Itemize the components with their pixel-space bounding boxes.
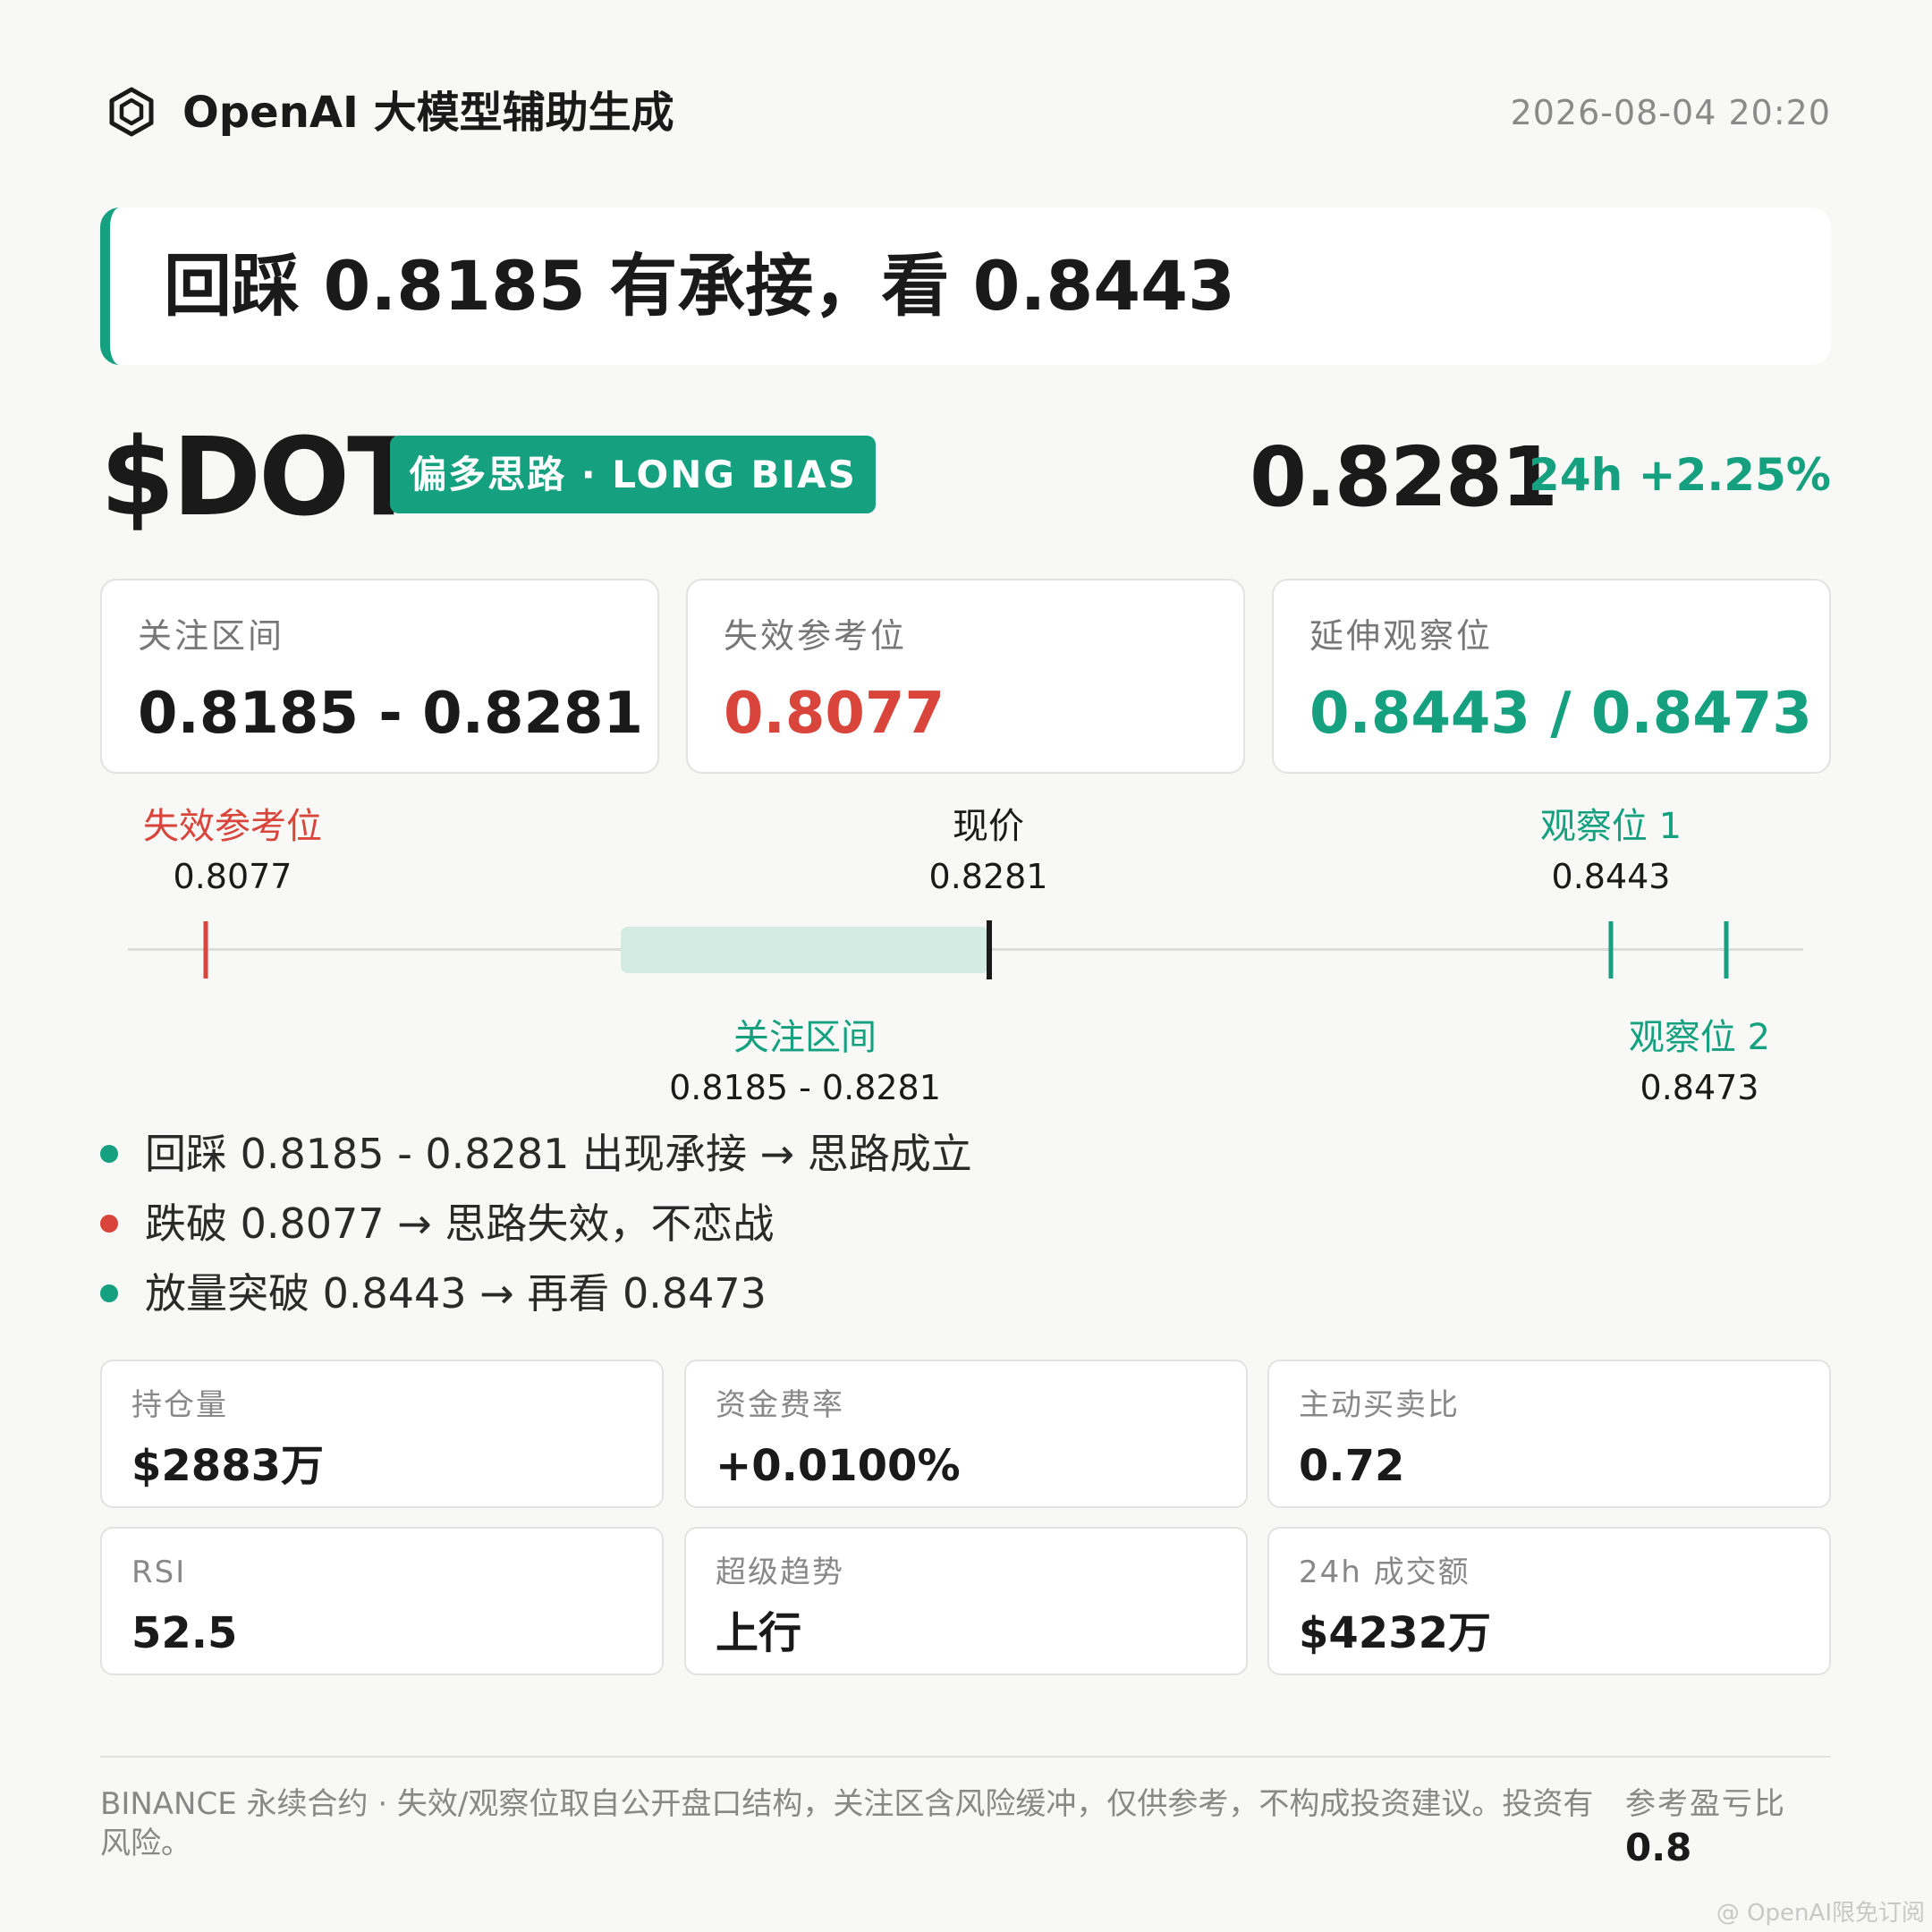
invalid-level-label: 失效参考位 (143, 806, 322, 847)
invalid-level-marker (203, 921, 208, 979)
level-value: 0.8443 / 0.8473 (1309, 681, 1812, 747)
risk-reward-value: 0.8 (1625, 1826, 1692, 1869)
metric-label: 超级趋势 (716, 1555, 844, 1590)
metric-label: 24h 成交额 (1299, 1555, 1470, 1590)
metric-supertrend: 超级趋势 上行 (684, 1527, 1248, 1675)
current-price-label: 现价 (953, 806, 1024, 847)
ticker-symbol: $DOT (100, 416, 420, 540)
current-price: 0.8281 (1249, 429, 1558, 525)
green-dot-icon (100, 1144, 118, 1163)
metric-value: 0.72 (1299, 1441, 1405, 1491)
metric-value: $4232万 (1299, 1608, 1491, 1658)
metric-funding-rate: 资金费率 +0.0100% (684, 1360, 1248, 1508)
watch-zone-band (621, 927, 989, 973)
target1-marker (1608, 921, 1614, 979)
level-card-invalid: 失效参考位 0.8077 (686, 579, 1245, 774)
target2-label: 观察位 2 (1628, 1017, 1771, 1058)
metric-label: 持仓量 (131, 1387, 228, 1423)
bullet-text: 放量突破 0.8443 → 再看 0.8473 (145, 1269, 767, 1318)
red-dot-icon (100, 1214, 118, 1233)
metric-label: RSI (131, 1555, 187, 1590)
target2-marker (1724, 921, 1729, 979)
level-label: 延伸观察位 (1309, 616, 1494, 656)
level-card-zone: 关注区间 0.8185 - 0.8281 (100, 579, 659, 774)
headline-card: 回踩 0.8185 有承接，看 0.8443 (100, 208, 1831, 365)
current-price-value: 0.8281 (928, 857, 1048, 896)
brand-title: OpenAI 大模型辅助生成 (182, 88, 674, 138)
level-card-extension: 延伸观察位 0.8443 / 0.8473 (1272, 579, 1831, 774)
metric-value: $2883万 (131, 1441, 324, 1491)
metric-value: 上行 (716, 1608, 802, 1658)
metric-value: +0.0100% (716, 1441, 961, 1491)
bullet-item: 跌破 0.8077 → 思路失效，不恋战 (100, 1197, 774, 1250)
watch-zone-value: 0.8185 - 0.8281 (669, 1068, 941, 1107)
green-dot-icon (100, 1284, 118, 1302)
bullet-item: 放量突破 0.8443 → 再看 0.8473 (100, 1267, 767, 1320)
target1-value: 0.8443 (1551, 857, 1671, 896)
bias-badge: 偏多思路 · LONG BIAS (390, 436, 876, 513)
level-label: 关注区间 (138, 616, 285, 656)
current-price-marker (987, 920, 992, 979)
level-value: 0.8185 - 0.8281 (138, 681, 644, 747)
metric-rsi: RSI 52.5 (100, 1527, 664, 1675)
metric-label: 资金费率 (716, 1387, 844, 1423)
risk-reward-label: 参考盈亏比 (1625, 1786, 1786, 1822)
target2-value: 0.8473 (1640, 1068, 1759, 1107)
timestamp: 2026-08-04 20:20 (1510, 93, 1831, 132)
invalid-level-value: 0.8077 (173, 857, 292, 896)
metric-taker-ratio: 主动买卖比 0.72 (1267, 1360, 1831, 1508)
metric-volume-24h: 24h 成交额 $4232万 (1267, 1527, 1831, 1675)
hexagon-logo-icon (106, 86, 157, 138)
metric-label: 主动买卖比 (1299, 1387, 1460, 1423)
watermark-text: @ OpenAI限免订阅 (1716, 1900, 1925, 1927)
level-label: 失效参考位 (724, 616, 908, 656)
level-value: 0.8077 (724, 681, 945, 747)
bullet-text: 跌破 0.8077 → 思路失效，不恋战 (145, 1199, 775, 1248)
headline-text: 回踩 0.8185 有承接，看 0.8443 (164, 246, 1235, 326)
target1-label: 观察位 1 (1539, 806, 1682, 847)
watch-zone-label: 关注区间 (733, 1017, 877, 1058)
disclaimer-text: BINANCE 永续合约 · 失效/观察位取自公开盘口结构，关注区含风险缓冲，仅… (100, 1786, 1594, 1861)
footer-divider (100, 1756, 1831, 1758)
bullet-text: 回踩 0.8185 - 0.8281 出现承接 → 思路成立 (145, 1130, 972, 1178)
metric-value: 52.5 (131, 1608, 238, 1658)
metric-open-interest: 持仓量 $2883万 (100, 1360, 664, 1508)
bullet-item: 回踩 0.8185 - 0.8281 出现承接 → 思路成立 (100, 1127, 972, 1181)
price-change-24h: 24h +2.25% (1529, 449, 1831, 501)
